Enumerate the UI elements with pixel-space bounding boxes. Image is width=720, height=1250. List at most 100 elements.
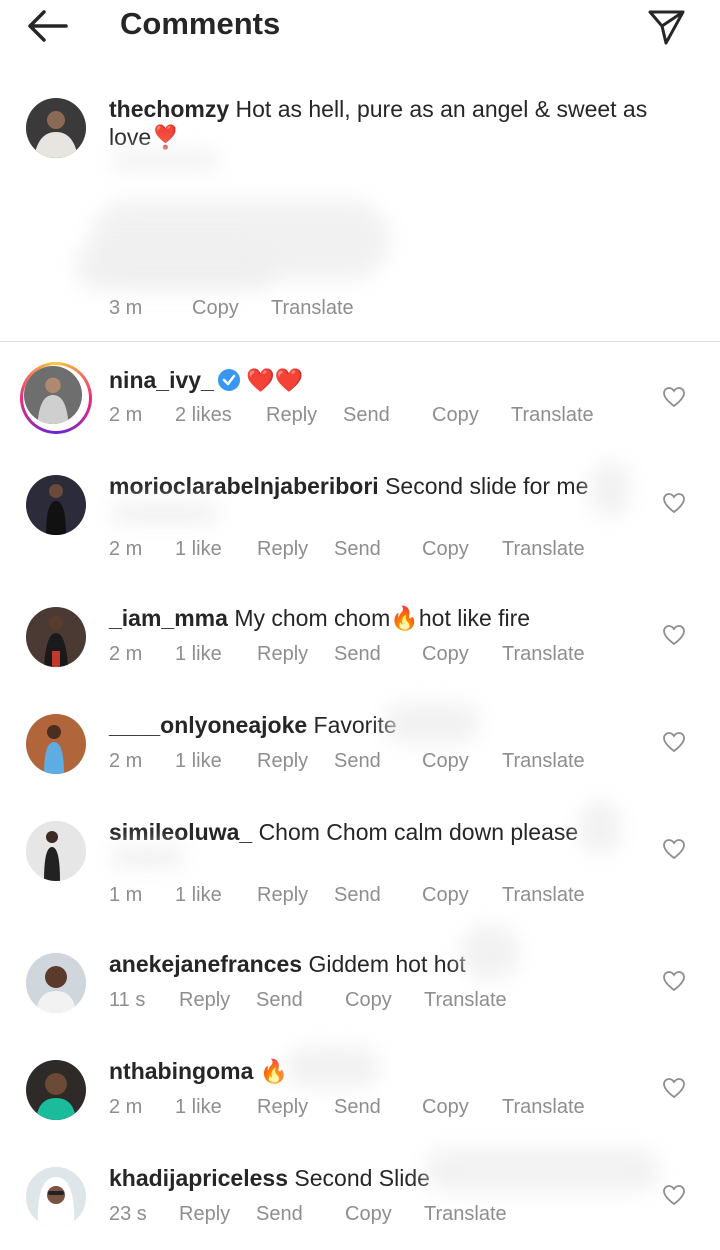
reply-button[interactable]: Reply xyxy=(266,404,317,427)
translate-button[interactable]: Translate xyxy=(502,750,585,773)
heart-outline-icon[interactable] xyxy=(662,492,686,514)
avatar[interactable] xyxy=(26,607,86,667)
comment-body: Giddem hot hot xyxy=(308,951,466,977)
translate-button[interactable]: Translate xyxy=(502,1096,585,1119)
translate-button[interactable]: Translate xyxy=(271,297,354,320)
avatar[interactable] xyxy=(26,714,86,774)
translate-button[interactable]: Translate xyxy=(502,538,585,561)
comment-username[interactable]: anekejanefrances xyxy=(109,951,302,977)
timestamp: 2 m xyxy=(109,643,143,665)
redacted-smear xyxy=(590,462,630,517)
avatar[interactable] xyxy=(26,1167,86,1227)
send-button[interactable]: Send xyxy=(334,643,381,666)
avatar[interactable] xyxy=(26,475,86,535)
reply-button[interactable]: Reply xyxy=(179,989,230,1012)
likes-count[interactable]: 1 like xyxy=(175,884,222,907)
comment-row: simileoluwa_ Chom Chom calm down please … xyxy=(0,800,720,918)
timestamp: 2 m xyxy=(109,538,143,560)
likes-count[interactable]: 2 likes xyxy=(175,404,232,427)
page-title: Comments xyxy=(120,6,281,41)
heart-emoji: ❣️ xyxy=(151,124,180,150)
heart-outline-icon[interactable] xyxy=(662,838,686,860)
comment-username[interactable]: simileoluwa_ xyxy=(109,819,252,845)
comment-text: nina_ivy_ ❤️❤️ xyxy=(109,366,304,394)
send-button[interactable]: Send xyxy=(334,538,381,561)
comment-username[interactable]: _iam_mma xyxy=(109,605,228,631)
redacted-smear xyxy=(110,846,185,868)
avatar[interactable] xyxy=(26,821,86,881)
avatar[interactable] xyxy=(26,1060,86,1120)
copy-button[interactable]: Copy xyxy=(422,1096,469,1119)
comment-body: My chom chom🔥hot like fire xyxy=(234,605,531,631)
reply-button[interactable]: Reply xyxy=(257,1096,308,1119)
send-button[interactable]: Send xyxy=(256,989,303,1012)
reply-button[interactable]: Reply xyxy=(179,1203,230,1226)
copy-button[interactable]: Copy xyxy=(422,884,469,907)
avatar[interactable] xyxy=(26,953,86,1013)
copy-button[interactable]: Copy xyxy=(345,1203,392,1226)
likes-count[interactable]: 1 like xyxy=(175,750,222,773)
copy-button[interactable]: Copy xyxy=(432,404,479,427)
comment-username[interactable]: khadijapriceless xyxy=(109,1165,288,1191)
heart-outline-icon[interactable] xyxy=(662,731,686,753)
caption-username[interactable]: thechomzy xyxy=(109,96,229,122)
translate-button[interactable]: Translate xyxy=(424,989,507,1012)
translate-button[interactable]: Translate xyxy=(424,1203,507,1226)
redacted-smear xyxy=(580,800,620,855)
comment-body: ❤️❤️ xyxy=(246,367,304,393)
heart-outline-icon[interactable] xyxy=(662,386,686,408)
heart-outline-icon[interactable] xyxy=(662,970,686,992)
comment-row: nthabingoma 🔥 2 m 1 like Reply Send Copy… xyxy=(0,1047,720,1127)
comment-text: nthabingoma 🔥 xyxy=(109,1057,288,1085)
reply-button[interactable]: Reply xyxy=(257,538,308,561)
heart-outline-icon[interactable] xyxy=(662,624,686,646)
copy-button[interactable]: Copy xyxy=(192,297,239,320)
comment-row: _iam_mma My chom chom🔥hot like fire 2 m … xyxy=(0,604,720,674)
verified-badge-icon xyxy=(217,369,240,391)
reply-button[interactable]: Reply xyxy=(257,884,308,907)
avatar[interactable] xyxy=(26,98,86,158)
copy-button[interactable]: Copy xyxy=(422,643,469,666)
paper-plane-icon[interactable] xyxy=(646,6,686,46)
copy-button[interactable]: Copy xyxy=(422,750,469,773)
comment-text: khadijapriceless Second Slide xyxy=(109,1164,430,1192)
reply-button[interactable]: Reply xyxy=(257,643,308,666)
comment-body: Second Slide xyxy=(294,1165,430,1191)
redacted-smear xyxy=(110,151,220,169)
timestamp: 1 m xyxy=(109,884,143,906)
copy-button[interactable]: Copy xyxy=(422,538,469,561)
comment-text: ____onlyoneajoke Favorite xyxy=(109,711,397,739)
translate-button[interactable]: Translate xyxy=(502,884,585,907)
comment-username[interactable]: morioclarabelnjaberibori xyxy=(109,473,379,499)
divider xyxy=(0,341,720,342)
avatar[interactable] xyxy=(24,366,82,424)
reply-button[interactable]: Reply xyxy=(257,750,308,773)
send-button[interactable]: Send xyxy=(343,404,390,427)
likes-count[interactable]: 1 like xyxy=(175,643,222,666)
timestamp: 2 m xyxy=(109,404,143,426)
send-button[interactable]: Send xyxy=(334,884,381,907)
heart-outline-icon[interactable] xyxy=(662,1184,686,1206)
timestamp: 2 m xyxy=(109,1096,143,1118)
send-button[interactable]: Send xyxy=(334,750,381,773)
send-button[interactable]: Send xyxy=(334,1096,381,1119)
comment-username[interactable]: ____onlyoneajoke xyxy=(109,712,307,738)
comment-text: _iam_mma My chom chom🔥hot like fire xyxy=(109,604,530,632)
translate-button[interactable]: Translate xyxy=(511,404,594,427)
top-bar: Comments xyxy=(0,0,720,52)
comment-username[interactable]: nina_ivy_ xyxy=(109,367,214,393)
likes-count[interactable]: 1 like xyxy=(175,1096,222,1119)
comment-row: khadijapriceless Second Slide 23 s Reply… xyxy=(0,1149,720,1234)
caption-text: thechomzy Hot as hell, pure as an angel … xyxy=(109,95,669,151)
comment-body: Second slide for me xyxy=(385,473,589,499)
redacted-smear xyxy=(110,502,220,524)
likes-count[interactable]: 1 like xyxy=(175,538,222,561)
comment-username[interactable]: nthabingoma xyxy=(109,1058,253,1084)
story-ring[interactable] xyxy=(20,362,92,434)
arrow-left-icon[interactable] xyxy=(26,8,68,44)
send-button[interactable]: Send xyxy=(256,1203,303,1226)
translate-button[interactable]: Translate xyxy=(502,643,585,666)
copy-button[interactable]: Copy xyxy=(345,989,392,1012)
comment-body: Chom Chom calm down please xyxy=(258,819,579,845)
heart-outline-icon[interactable] xyxy=(662,1077,686,1099)
